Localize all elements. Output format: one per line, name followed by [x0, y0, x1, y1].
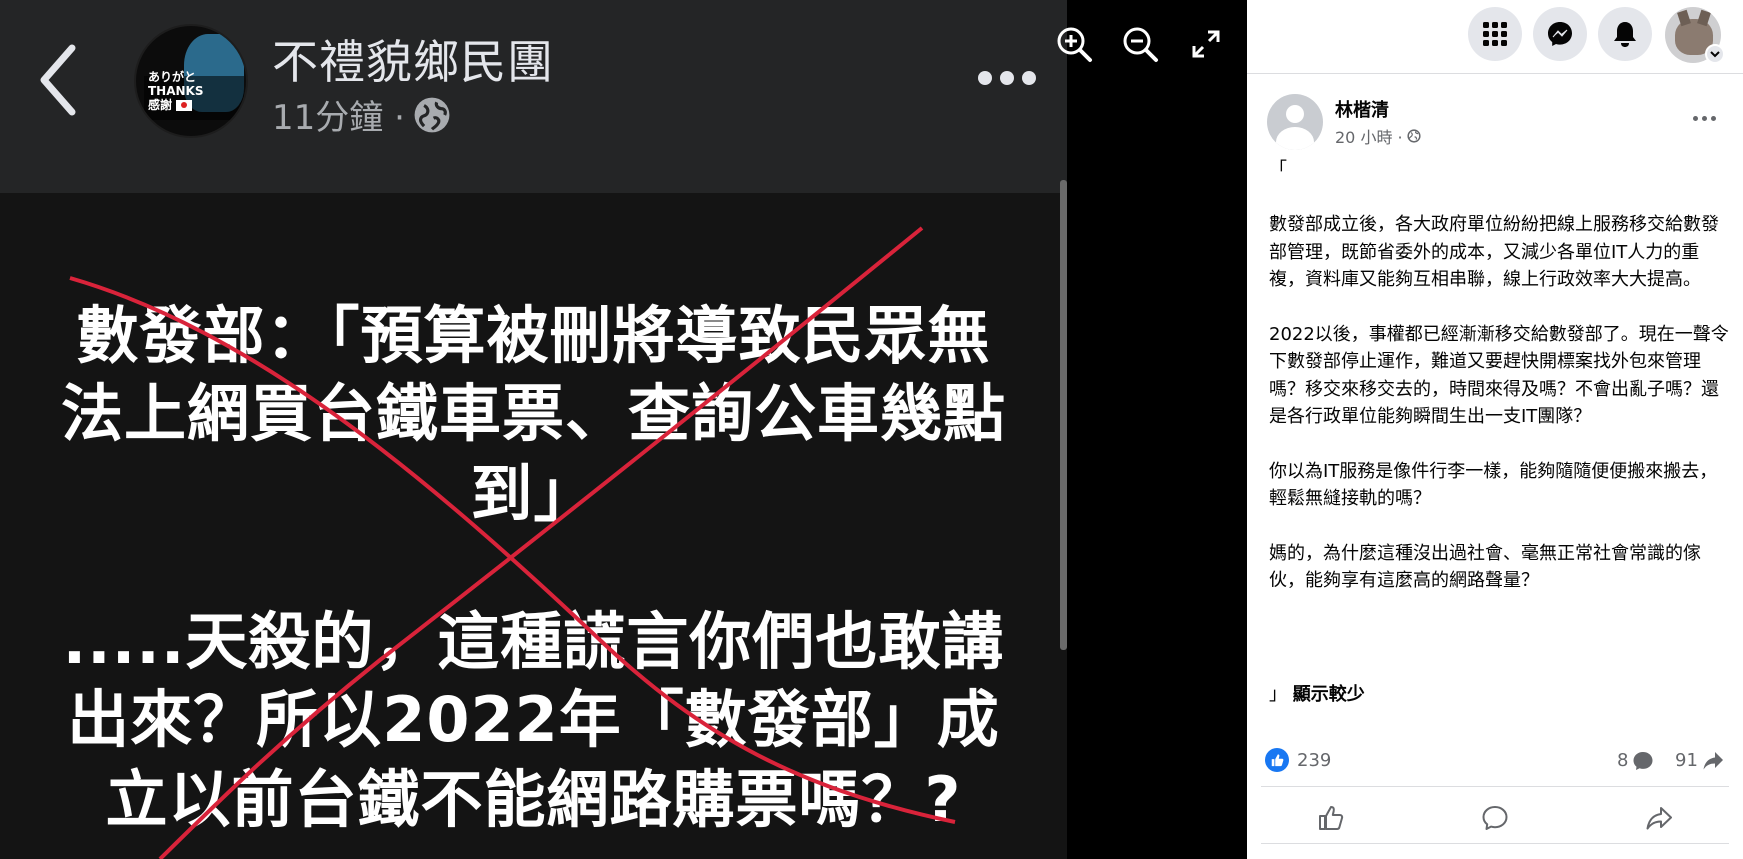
zoom-out-button[interactable] — [1118, 22, 1162, 66]
menu-grid-icon — [1483, 22, 1507, 46]
post-photo[interactable]: ありがと THANKS 感謝 不禮貌鄉民團 11分鐘 · 數發部：「預算被刪將導… — [0, 0, 1067, 859]
dot-icon — [1702, 115, 1707, 121]
dot-icon — [1000, 71, 1014, 85]
menu-button[interactable] — [1468, 7, 1522, 61]
post-meta: 20 小時 · — [1335, 124, 1421, 148]
post-paragraph: 你以為IT服務是像件行李一樣，能夠隨隨便便搬來搬去，輕鬆無縫接軌的嗎？ — [1269, 460, 1718, 510]
post-open-quote: 「 — [1269, 159, 1287, 180]
post-close-quote: 」 — [1269, 684, 1287, 705]
avatar-text: ありがと THANKS 感謝 — [148, 70, 244, 112]
bell-icon — [1614, 22, 1636, 47]
like-reaction-icon — [1265, 748, 1289, 772]
post-paragraph: 媽的，為什麼這種沒出過社會、毫無正常社會常識的傢伙，能夠享有這麼高的網路聲量？ — [1269, 542, 1701, 592]
photo-header: ありがと THANKS 感謝 不禮貌鄉民團 11分鐘 · — [0, 0, 1067, 193]
see-less-link[interactable]: 顯示較少 — [1293, 684, 1365, 705]
messenger-icon — [1548, 22, 1572, 46]
default-avatar-body — [1276, 127, 1314, 150]
dot-icon — [1022, 71, 1036, 85]
globe-icon — [414, 97, 450, 132]
author-avatar[interactable] — [1267, 94, 1323, 150]
photo-viewer: ありがと THANKS 感謝 不禮貌鄉民團 11分鐘 · 數發部：「預算被刪將導… — [0, 0, 1247, 859]
post-options-button[interactable] — [1693, 108, 1723, 128]
chevron-down-icon — [1710, 51, 1720, 58]
divider — [1261, 786, 1729, 787]
thumbs-up-icon — [1319, 806, 1344, 830]
share-button[interactable] — [1589, 796, 1729, 840]
notifications-button[interactable] — [1598, 7, 1652, 61]
post-paragraph: 數發部成立後，各大政府單位紛紛把線上服務移交給數發部管理，既節省委外的成本，又減… — [1269, 214, 1719, 290]
comment-icon — [1482, 806, 1508, 830]
photo-text-line: 出來？所以2022年「數發部」成 — [67, 683, 1000, 756]
dot-icon — [978, 71, 992, 85]
comment-icon — [1633, 751, 1653, 770]
photo-post-meta: 11分鐘 · — [272, 90, 451, 139]
photo-text-line: .....天殺的，這種謊言你們也敢講 — [62, 605, 1005, 678]
page-avatar[interactable]: ありがと THANKS 感謝 — [134, 24, 248, 138]
zoom-in-icon — [1057, 27, 1092, 62]
dot-icon — [1693, 115, 1698, 121]
avatar-text-line: THANKS — [148, 84, 204, 98]
post-panel: 林楷清 20 小時 · 「 數發部成立後，各大政府單位紛紛把線上服務移交給數發部… — [1247, 0, 1743, 859]
more-options-button[interactable] — [978, 64, 1038, 92]
avatar-text-line: 感謝 — [148, 98, 173, 112]
like-button[interactable] — [1261, 796, 1401, 840]
photo-text-line: 數發部：「預算被刪將導致民眾無 — [76, 299, 991, 372]
zoom-in-button[interactable] — [1052, 22, 1096, 66]
fullscreen-icon — [1192, 30, 1220, 58]
share-count[interactable]: 91 — [1675, 750, 1724, 771]
photo-text-line: 立以前台鐵不能網路購票嗎？? — [105, 763, 962, 836]
japan-flag-icon — [176, 100, 193, 111]
reaction-summary[interactable]: 239 — [1265, 748, 1331, 772]
avatar-text-line: ありがと — [148, 70, 197, 84]
reaction-count: 239 — [1297, 749, 1332, 771]
see-less-row: 」 顯示較少 — [1269, 680, 1365, 706]
share-count-value: 91 — [1675, 750, 1698, 771]
divider — [1261, 843, 1729, 844]
account-menu-button[interactable] — [1705, 44, 1725, 64]
zoom-out-icon — [1123, 27, 1158, 62]
page-name[interactable]: 不禮貌鄉民團 — [272, 26, 554, 92]
chevron-left-icon — [40, 44, 76, 116]
default-avatar-head — [1286, 105, 1304, 123]
share-icon — [1703, 751, 1723, 769]
post-time[interactable]: 20 小時 · — [1335, 124, 1403, 148]
post-paragraph: 2022以後，事權都已經漸漸移交給數發部了。現在一聲令下數發部停止運作，難道又要… — [1269, 323, 1729, 428]
messenger-button[interactable] — [1533, 7, 1587, 61]
globe-icon — [1407, 129, 1421, 143]
fullscreen-button[interactable] — [1184, 22, 1228, 66]
top-navigation — [1247, 0, 1743, 74]
photo-text-line: 到」 — [470, 457, 597, 530]
photo-text-block: 數發部：「預算被刪將導致民眾無 法上網買台鐵車票、查詢公車幾點 到」 .....… — [0, 193, 1067, 859]
post-body: 「 數發部成立後，各大政府單位紛紛把線上服務移交給數發部管理，既節省委外的成本，… — [1269, 156, 1729, 622]
photo-text-line: 法上網買台鐵車票、查詢公車幾點 — [60, 377, 1006, 450]
back-button[interactable] — [32, 40, 92, 120]
dot-icon — [1711, 115, 1716, 121]
comment-button[interactable] — [1425, 796, 1565, 840]
comment-count-value: 8 — [1617, 750, 1629, 771]
comment-count[interactable]: 8 — [1617, 750, 1654, 771]
post-time[interactable]: 11分鐘 · — [272, 90, 405, 139]
share-icon — [1646, 807, 1672, 830]
scrollbar[interactable] — [1060, 180, 1067, 650]
author-name[interactable]: 林楷清 — [1335, 96, 1389, 122]
